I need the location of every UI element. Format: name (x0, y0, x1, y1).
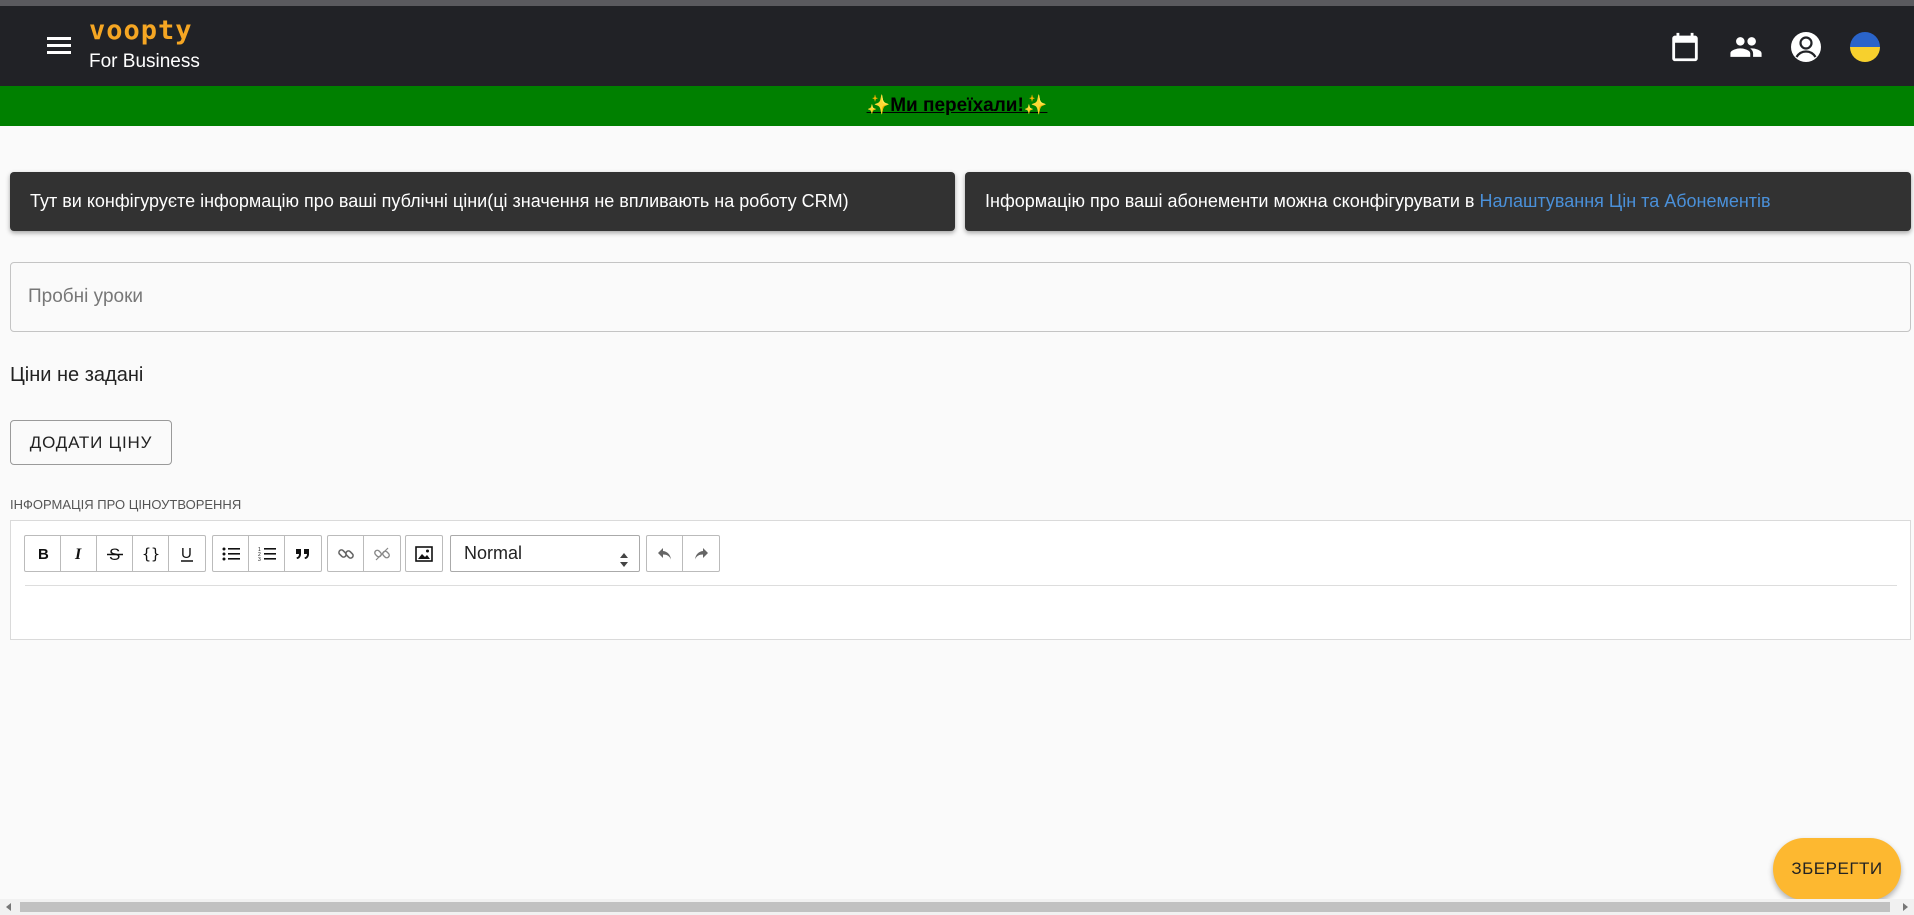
link-group (327, 535, 401, 572)
scroll-right-icon[interactable] (1903, 903, 1908, 911)
block-style-value: Normal (464, 543, 522, 563)
underline-icon[interactable]: U (169, 536, 205, 571)
menu-icon[interactable] (44, 34, 74, 62)
trial-lessons-input[interactable] (11, 263, 1910, 331)
bold-icon[interactable]: B (25, 536, 61, 571)
svg-text:B: B (38, 546, 49, 562)
editor-divider (25, 585, 1897, 586)
app-logo[interactable]: voopty (89, 16, 193, 46)
image-icon[interactable] (406, 536, 442, 571)
public-prices-info-card: Тут ви конфігуруєте інформацію про ваші … (10, 172, 955, 231)
scroll-left-icon[interactable] (6, 903, 11, 911)
quote-icon[interactable] (285, 536, 321, 571)
svg-text:3: 3 (258, 557, 261, 562)
numbered-list-icon[interactable]: 123 (249, 536, 285, 571)
block-style-select[interactable]: Normal (450, 535, 640, 572)
account-icon[interactable] (1789, 30, 1823, 64)
app-bar: voopty For Business (0, 6, 1914, 86)
ukraine-flag-icon[interactable] (1848, 30, 1882, 64)
moved-banner-link[interactable]: ✨Ми переїхали!✨ (867, 95, 1048, 116)
code-icon[interactable]: {} (133, 536, 169, 571)
svg-text:U: U (181, 545, 192, 562)
bullet-list-icon[interactable] (213, 536, 249, 571)
redo-icon[interactable] (683, 536, 719, 571)
block-format-group: 123 (212, 535, 322, 572)
people-icon[interactable] (1729, 30, 1763, 64)
strikethrough-icon[interactable]: S (97, 536, 133, 571)
inline-format-group: B I S {} U (24, 535, 206, 572)
add-price-button[interactable]: ДОДАТИ ЦІНУ (10, 420, 172, 465)
no-prices-text: Ціни не задані (10, 364, 143, 387)
editor-content-area[interactable] (25, 587, 1897, 637)
pricing-info-editor: B I S {} U 123 (10, 520, 1911, 640)
history-group (646, 535, 720, 572)
app-subtitle: For Business (89, 50, 200, 74)
link-icon[interactable] (328, 536, 364, 571)
subscriptions-info-text: Інформацію про ваші абонементи можна ско… (985, 191, 1479, 211)
calendar-icon[interactable] (1668, 30, 1702, 64)
svg-text:I: I (74, 546, 82, 562)
subscriptions-info-card: Інформацію про ваші абонементи можна ско… (965, 172, 1911, 231)
svg-text:{}: {} (142, 545, 160, 563)
pricing-info-label: ІНФОРМАЦІЯ ПРО ЦІНОУТВОРЕННЯ (10, 497, 241, 512)
italic-icon[interactable]: I (61, 536, 97, 571)
scrollbar-thumb[interactable] (20, 902, 1890, 912)
pricing-settings-link[interactable]: Налаштування Цін та Абонементів (1479, 191, 1770, 211)
moved-banner: ✨Ми переїхали!✨ (0, 86, 1914, 126)
image-group (405, 535, 443, 572)
undo-icon[interactable] (647, 536, 683, 571)
trial-lessons-field[interactable] (10, 262, 1911, 332)
save-button[interactable]: ЗБЕРЕГТИ (1773, 838, 1901, 900)
horizontal-scrollbar[interactable] (0, 899, 1914, 915)
unlink-icon[interactable] (364, 536, 400, 571)
public-prices-info-text: Тут ви конфігуруєте інформацію про ваші … (30, 191, 849, 211)
select-arrows-icon (619, 545, 629, 580)
